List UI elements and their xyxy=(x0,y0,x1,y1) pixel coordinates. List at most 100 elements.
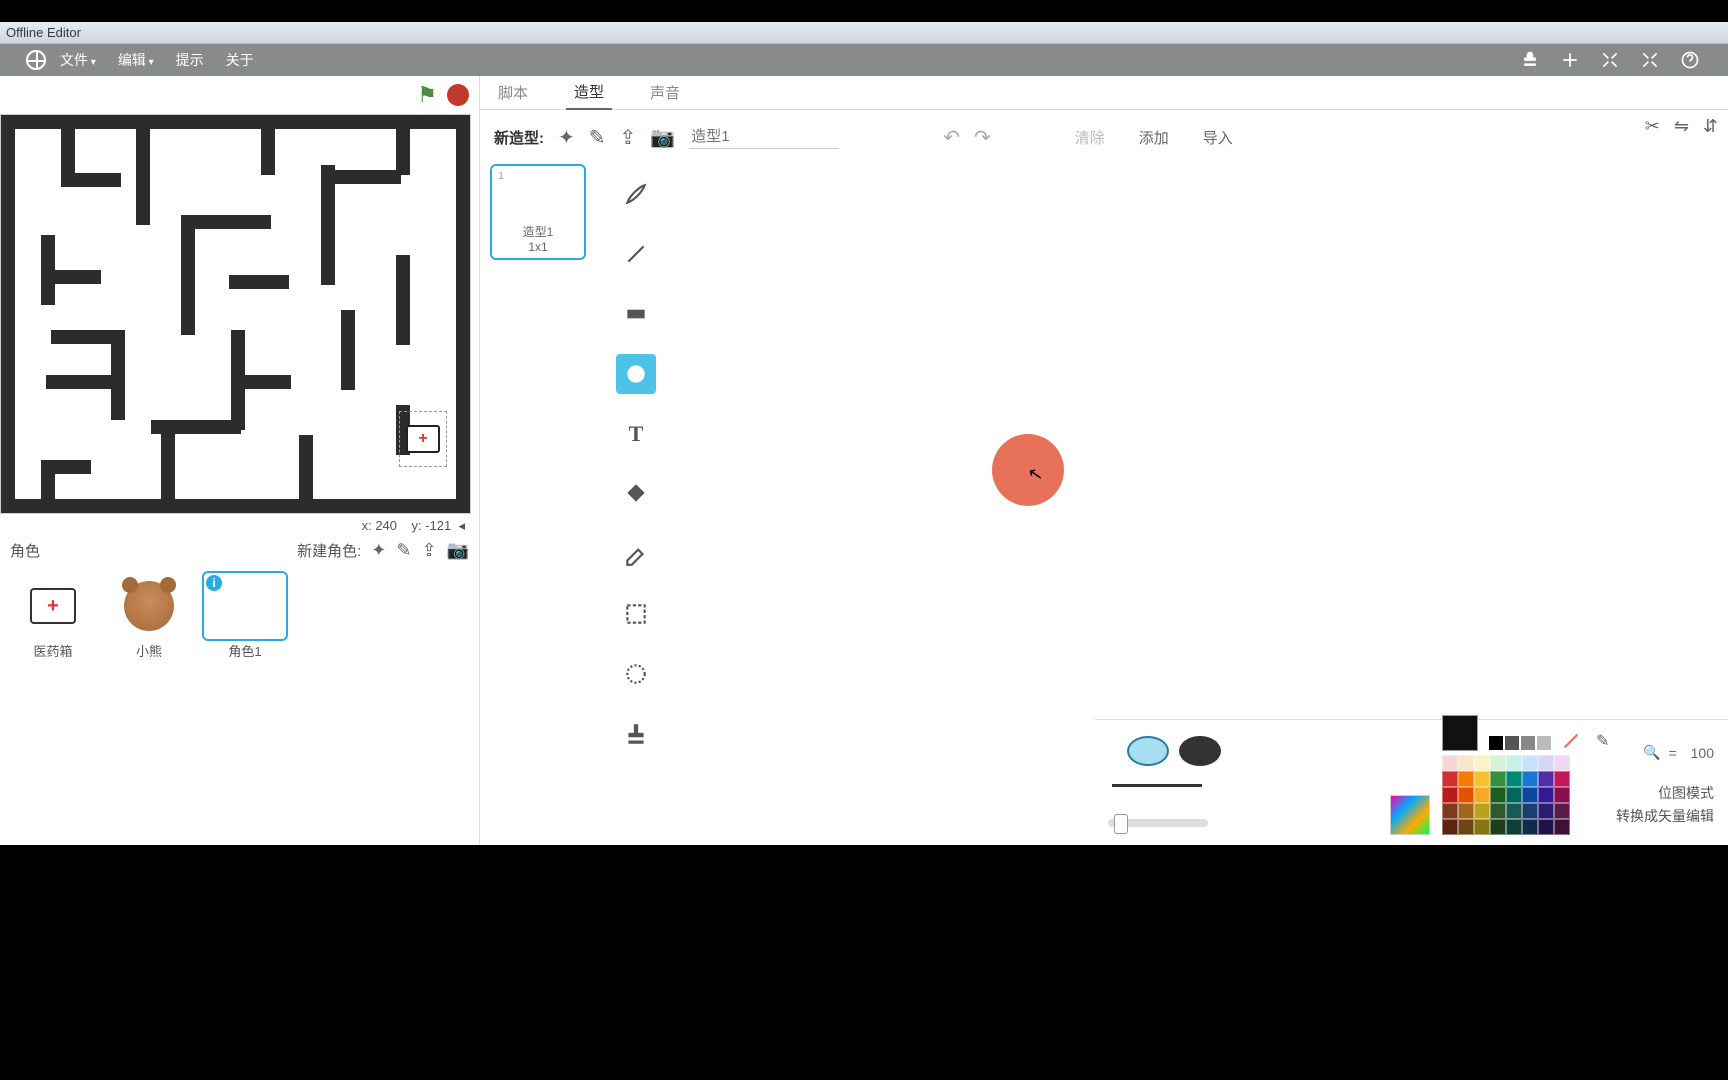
costume-name-input[interactable] xyxy=(689,125,839,149)
color-swatch[interactable] xyxy=(1490,803,1506,819)
current-color[interactable] xyxy=(1442,715,1478,751)
stroke-color-icon[interactable] xyxy=(1564,734,1578,748)
outline-ellipse-option[interactable] xyxy=(1127,736,1169,766)
tab-sounds[interactable]: 声音 xyxy=(642,76,688,109)
color-swatch[interactable] xyxy=(1506,803,1522,819)
wand-tool[interactable] xyxy=(616,654,656,694)
color-swatch[interactable] xyxy=(1538,771,1554,787)
sprite-role1[interactable]: 角色1 xyxy=(202,571,288,660)
color-swatch[interactable] xyxy=(1538,803,1554,819)
help-icon[interactable] xyxy=(1680,50,1700,70)
costume-camera-icon[interactable]: 📷 xyxy=(650,125,675,150)
color-swatch[interactable] xyxy=(1490,755,1506,771)
color-swatch[interactable] xyxy=(1522,771,1538,787)
upload-icon[interactable]: ⇪ xyxy=(421,540,436,561)
color-swatch[interactable] xyxy=(1490,819,1506,835)
stamp-icon[interactable] xyxy=(1520,50,1540,70)
flip-v-icon[interactable]: ⇵ xyxy=(1703,116,1718,137)
color-swatch[interactable] xyxy=(1490,771,1506,787)
color-swatch[interactable] xyxy=(1554,819,1570,835)
tab-scripts[interactable]: 脚本 xyxy=(490,76,536,109)
menu-tips[interactable]: 提示 xyxy=(176,50,204,70)
clear-button[interactable]: 清除 xyxy=(1075,127,1105,148)
rect-tool[interactable] xyxy=(616,294,656,334)
menu-file[interactable]: 文件 xyxy=(60,50,96,70)
color-swatch[interactable] xyxy=(1458,819,1474,835)
color-swatch[interactable] xyxy=(1458,803,1474,819)
color-swatch[interactable] xyxy=(1554,771,1570,787)
zoom-reset-icon[interactable]: = xyxy=(1668,745,1676,761)
shrink-icon[interactable] xyxy=(1640,50,1660,70)
color-swatch[interactable] xyxy=(1538,787,1554,803)
camera-icon[interactable]: 📷 xyxy=(447,540,469,561)
color-swatch[interactable] xyxy=(1474,803,1490,819)
color-swatch[interactable] xyxy=(1442,755,1458,771)
tab-costumes[interactable]: 造型 xyxy=(566,75,612,110)
filled-ellipse-option[interactable] xyxy=(1179,736,1221,766)
add-button[interactable]: 添加 xyxy=(1139,127,1169,148)
eyedropper-icon[interactable]: ✎ xyxy=(1596,731,1609,751)
color-swatch[interactable] xyxy=(1506,755,1522,771)
color-swatch[interactable] xyxy=(1474,819,1490,835)
sprite-medkit[interactable]: 医药箱 xyxy=(10,571,96,660)
paint-icon[interactable]: ✎ xyxy=(396,540,411,561)
color-swatch[interactable] xyxy=(1522,803,1538,819)
gray-swatch[interactable] xyxy=(1488,735,1504,751)
stroke-width-slider[interactable] xyxy=(1108,819,1208,827)
sprite-bear[interactable]: 小熊 xyxy=(106,571,192,660)
color-swatch[interactable] xyxy=(1522,787,1538,803)
grow-icon[interactable] xyxy=(1600,50,1620,70)
menu-edit[interactable]: 编辑 xyxy=(118,50,154,70)
line-tool[interactable] xyxy=(616,234,656,274)
gray-swatch[interactable] xyxy=(1520,735,1536,751)
color-swatch[interactable] xyxy=(1522,819,1538,835)
color-swatch[interactable] xyxy=(1490,787,1506,803)
color-swatch[interactable] xyxy=(1474,787,1490,803)
color-swatch[interactable] xyxy=(1458,755,1474,771)
color-swatch[interactable] xyxy=(1458,787,1474,803)
color-swatch[interactable] xyxy=(1538,755,1554,771)
costume-thumb[interactable]: 1 造型1 1x1 xyxy=(490,164,586,260)
color-swatch[interactable] xyxy=(1442,771,1458,787)
color-swatch[interactable] xyxy=(1474,771,1490,787)
gradient-picker[interactable] xyxy=(1390,795,1430,835)
medkit-sprite[interactable] xyxy=(406,425,440,453)
stamp-tool[interactable] xyxy=(616,714,656,754)
crop-icon[interactable]: ✂ xyxy=(1645,116,1660,137)
stop-icon[interactable] xyxy=(447,84,469,106)
redo-icon[interactable]: ↷ xyxy=(974,125,991,150)
color-swatch[interactable] xyxy=(1506,787,1522,803)
costume-library-icon[interactable]: ✦ xyxy=(558,125,575,150)
color-swatch[interactable] xyxy=(1474,755,1490,771)
text-tool[interactable]: T xyxy=(616,414,656,454)
color-swatch[interactable] xyxy=(1442,819,1458,835)
flip-h-icon[interactable]: ⇋ xyxy=(1674,116,1689,137)
color-swatch[interactable] xyxy=(1442,787,1458,803)
costume-paint-icon[interactable]: ✎ xyxy=(589,125,606,150)
color-swatch[interactable] xyxy=(1442,803,1458,819)
language-icon[interactable] xyxy=(26,50,46,70)
color-swatch[interactable] xyxy=(1554,803,1570,819)
menu-about[interactable]: 关于 xyxy=(226,50,254,70)
gray-swatch[interactable] xyxy=(1504,735,1520,751)
color-swatch[interactable] xyxy=(1458,771,1474,787)
stage[interactable] xyxy=(0,114,471,514)
gray-swatch[interactable] xyxy=(1536,735,1552,751)
convert-vector-link[interactable]: 转换成矢量编辑 xyxy=(1616,805,1714,827)
fill-tool[interactable] xyxy=(616,474,656,514)
color-swatch[interactable] xyxy=(1554,787,1570,803)
color-swatch[interactable] xyxy=(1522,755,1538,771)
import-button[interactable]: 导入 xyxy=(1203,127,1233,148)
eraser-tool[interactable] xyxy=(616,534,656,574)
undo-icon[interactable]: ↶ xyxy=(943,125,960,150)
color-swatch[interactable] xyxy=(1506,819,1522,835)
zoom-out-icon[interactable]: 🔍 xyxy=(1643,744,1660,761)
select-tool[interactable] xyxy=(616,594,656,634)
library-icon[interactable]: ✦ xyxy=(371,540,386,561)
costume-upload-icon[interactable]: ⇪ xyxy=(620,125,637,150)
color-swatch[interactable] xyxy=(1506,771,1522,787)
green-flag-icon[interactable]: ⚑ xyxy=(417,82,437,108)
brush-tool[interactable] xyxy=(616,174,656,214)
color-swatch[interactable] xyxy=(1538,819,1554,835)
color-swatch[interactable] xyxy=(1554,755,1570,771)
